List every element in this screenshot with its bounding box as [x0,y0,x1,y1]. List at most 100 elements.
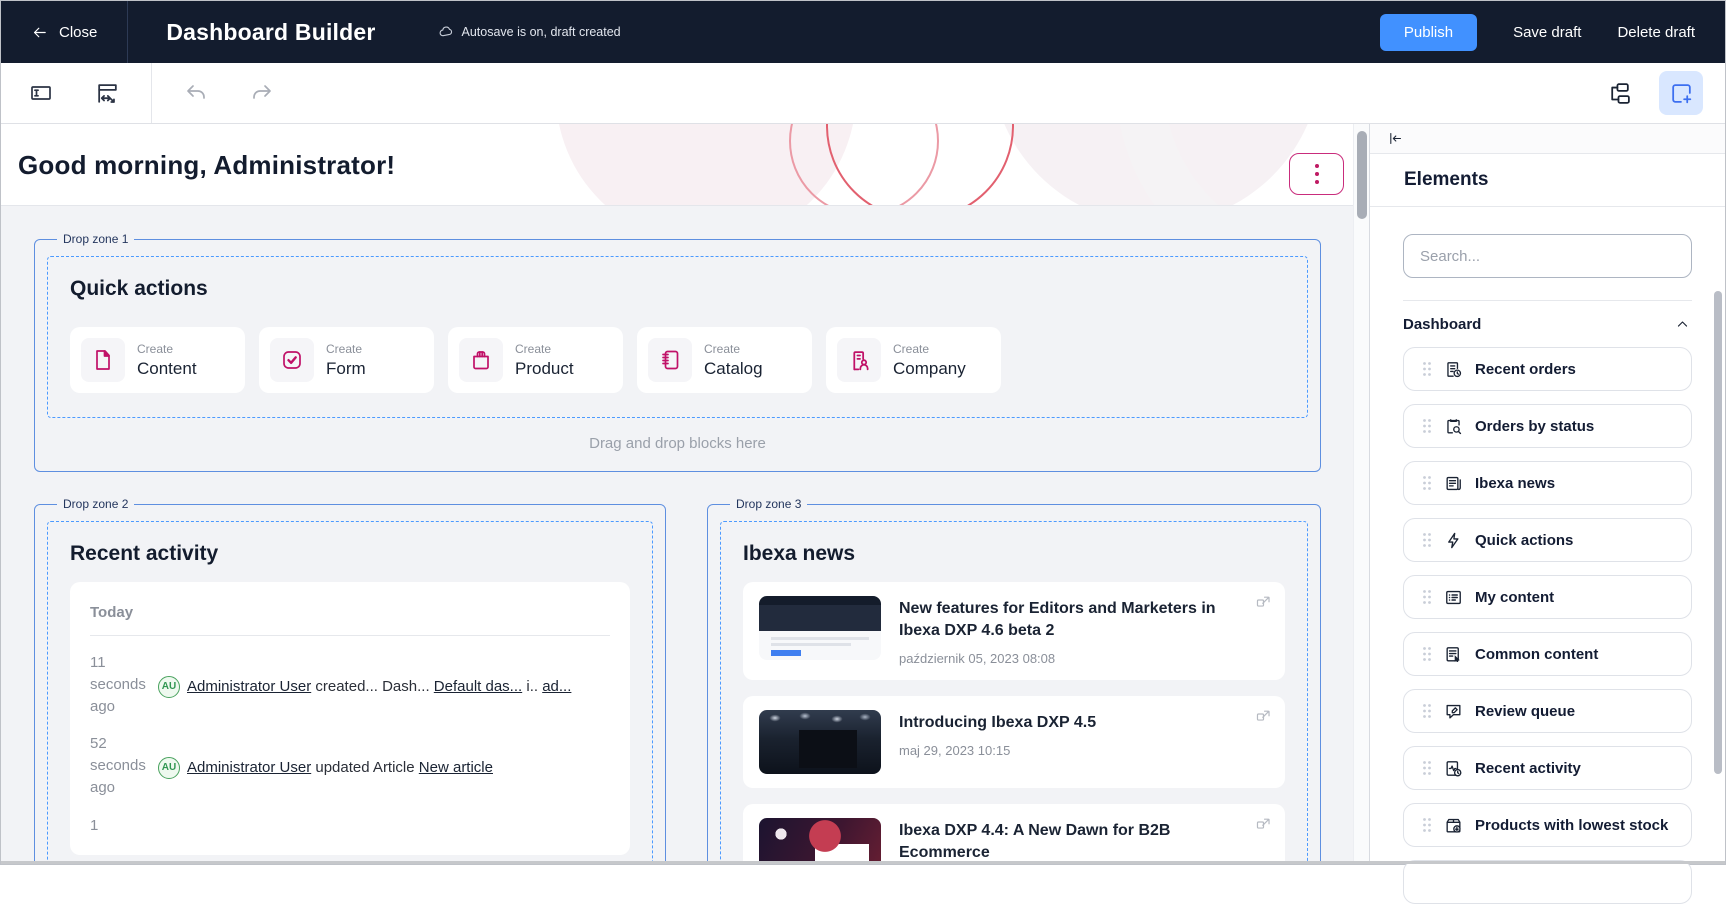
delete-draft-button[interactable]: Delete draft [1617,24,1695,41]
drag-handle-icon[interactable] [1422,646,1432,662]
publish-button[interactable]: Publish [1380,14,1477,51]
recent-activity-block[interactable]: Recent activity Today 11 seconds ago AUA… [47,521,653,864]
redo-button[interactable] [240,71,284,115]
collapse-panel-icon[interactable] [1386,129,1405,148]
drop-zones-row: Drop zone 2 Recent activity Today 11 sec… [34,497,1321,864]
drag-handle-icon[interactable] [1422,532,1432,548]
drag-handle-icon[interactable] [1422,418,1432,434]
open-in-new-icon[interactable] [1255,594,1272,611]
activity-text: updated Article [315,759,414,776]
news-article-card[interactable]: New features for Editors and Marketers i… [743,582,1285,680]
topbar: Close Dashboard Builder Autosave is on, … [1,1,1725,63]
element-item[interactable]: Common content [1403,632,1692,676]
quick-action-card[interactable]: Create Content [70,327,245,393]
dashboard-section-header[interactable]: Dashboard [1403,316,1690,333]
drop-zone-3[interactable]: Drop zone 3 Ibexa news New features for … [707,497,1321,864]
element-item-label: Recent orders [1475,361,1576,378]
low-stock-icon [1444,816,1463,835]
element-item[interactable]: Quick actions [1403,518,1692,562]
undo-icon [184,81,208,105]
quick-action-label: Product [515,359,574,379]
drag-handle-icon[interactable] [1422,475,1432,491]
main-scrollbar-track[interactable] [1353,124,1369,864]
open-in-new-icon[interactable] [1255,816,1272,833]
save-draft-button[interactable]: Save draft [1513,24,1581,41]
elements-panel: Elements Dashboard Recent orders Orders … [1369,124,1725,864]
open-in-new-icon[interactable] [1255,708,1272,725]
my-content-icon [1444,588,1463,607]
drag-handle-icon[interactable] [1422,817,1432,833]
element-item-partial[interactable] [1403,860,1692,904]
file-icon [91,348,115,372]
drag-handle-icon[interactable] [1422,760,1432,776]
quick-action-label: Form [326,359,366,379]
main-scrollbar-thumb[interactable] [1357,131,1367,219]
add-section-button[interactable] [1659,71,1703,115]
builder-toolbar [1,63,1725,124]
activity-icon [1444,759,1463,778]
element-item[interactable]: Review queue [1403,689,1692,733]
redo-icon [250,81,274,105]
dashboard-page-header: Good morning, Administrator! [1,124,1353,206]
news-article-card[interactable]: Introducing Ibexa DXP 4.5 maj 29, 2023 1… [743,696,1285,788]
close-button[interactable]: Close [1,1,127,63]
ibexa-news-block[interactable]: Ibexa news New features for Editors and … [720,521,1308,864]
element-item[interactable]: Recent activity [1403,746,1692,790]
news-list: New features for Editors and Marketers i… [743,582,1285,864]
activity-text: Dash... [382,678,430,695]
ibexa-news-title: Ibexa news [743,542,1285,566]
article-thumbnail [759,710,881,774]
element-item-label: Products with lowest stock [1475,817,1668,834]
activity-entries: 11 seconds ago AUAdministrator User crea… [90,652,610,839]
activity-link[interactable]: New article [419,759,493,776]
panel-width-tool-button[interactable] [85,71,129,115]
panel-scrollbar-thumb[interactable] [1714,291,1722,774]
topbar-divider [127,1,128,63]
canvas-content: Drop zone 1 Quick actions Create Content [1,206,1353,864]
quick-action-card[interactable]: Create Product [448,327,623,393]
text-field-tool-button[interactable] [19,71,63,115]
undo-button[interactable] [174,71,218,115]
drop-zone-2[interactable]: Drop zone 2 Recent activity Today 11 sec… [34,497,666,864]
element-item[interactable]: Products with lowest stock [1403,803,1692,847]
quick-action-card[interactable]: Create Catalog [637,327,812,393]
quick-action-card[interactable]: Create Company [826,327,1001,393]
company-building-icon [847,348,872,373]
quick-action-kicker: Create [704,342,763,356]
drag-handle-icon[interactable] [1422,589,1432,605]
elements-panel-body: Dashboard Recent orders Orders by status [1370,207,1725,904]
recent-activity-card: Today 11 seconds ago AUAdministrator Use… [70,582,630,855]
structure-tree-icon [1607,81,1632,106]
article-title: Introducing Ibexa DXP 4.5 [899,712,1241,734]
structure-view-button[interactable] [1597,71,1641,115]
element-item[interactable]: My content [1403,575,1692,619]
element-item[interactable]: Orders by status [1403,404,1692,448]
quick-actions-block[interactable]: Quick actions Create Content [47,256,1308,418]
quick-action-label: Catalog [704,359,763,379]
activity-link[interactable]: ad... [542,678,571,695]
drop-zone-1[interactable]: Drop zone 1 Quick actions Create Content [34,232,1321,472]
window-edge [1,861,1725,864]
element-item[interactable]: Ibexa news [1403,461,1692,505]
activity-link[interactable]: Default das... [434,678,522,695]
kebab-menu-button[interactable] [1289,153,1344,195]
activity-link[interactable]: Administrator User [187,678,311,695]
panel-collapse-row [1370,124,1725,154]
recent-activity-title: Recent activity [70,542,630,566]
drag-handle-icon[interactable] [1422,703,1432,719]
element-item[interactable]: Recent orders [1403,347,1692,391]
search-input[interactable] [1403,234,1692,278]
quick-action-kicker: Create [515,342,574,356]
element-item-label: Quick actions [1475,532,1573,549]
quick-action-card[interactable]: Create Form [259,327,434,393]
chevron-up-icon[interactable] [1675,317,1690,332]
activity-time: 11 seconds ago [90,652,148,717]
drag-handle-icon[interactable] [1422,361,1432,377]
drop-hint-text: Drag and drop blocks here [47,418,1308,471]
greeting-heading: Good morning, Administrator! [1,124,1353,181]
activity-link[interactable]: Administrator User [187,759,311,776]
element-item-label: Ibexa news [1475,475,1555,492]
element-item-label: Recent activity [1475,760,1581,777]
activity-entry: 11 seconds ago AUAdministrator User crea… [90,652,610,717]
news-article-card[interactable]: Ibexa DXP 4.4: A New Dawn for B2B Ecomme… [743,804,1285,864]
